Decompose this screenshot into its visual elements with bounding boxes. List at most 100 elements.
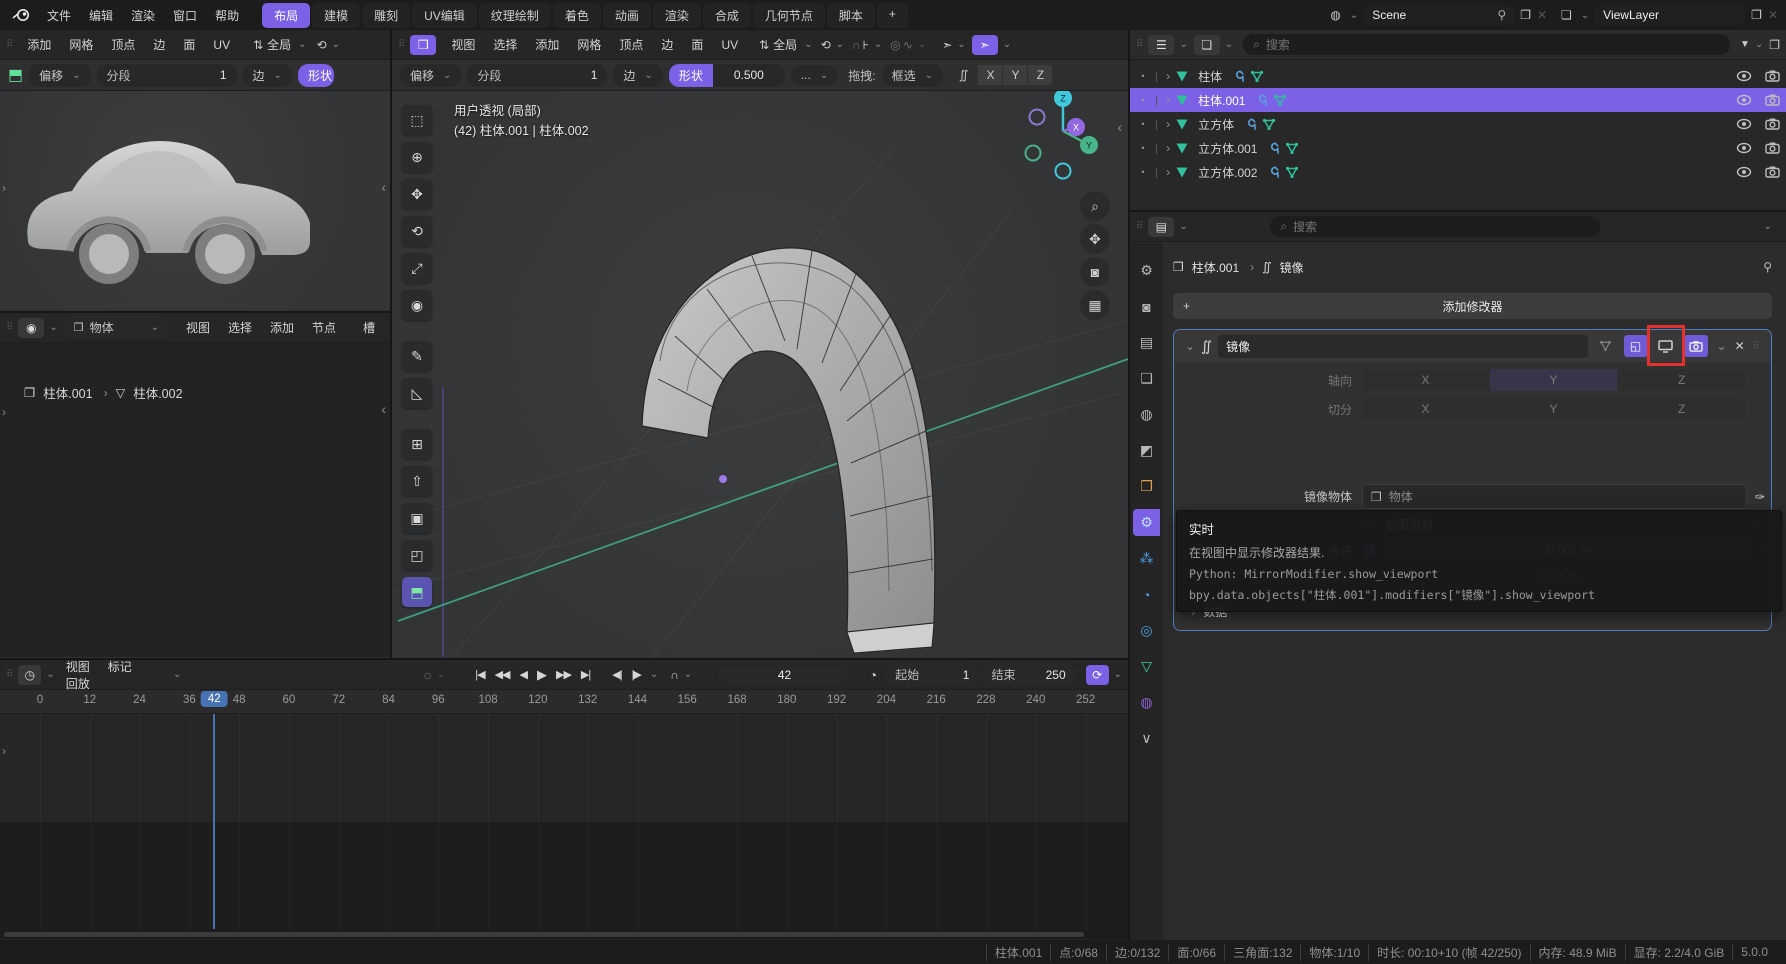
chevron-down-icon[interactable]: ⌄ [1581,10,1589,21]
breadcrumb-modifier[interactable]: 镜像 [1280,259,1304,276]
properties-tab[interactable]: ❏ [1133,365,1160,392]
previous-keyframe-button[interactable]: ◀◀ [491,665,514,684]
workspace-tab[interactable]: 几何节点 [753,3,825,28]
shader-menu-item[interactable]: 视图 [177,317,219,339]
bisect-toggle[interactable]: Y [1490,398,1617,420]
outliner-row[interactable]: • | › 立方体 [1130,112,1786,136]
copy-viewlayer-icon[interactable]: ❐ [1751,8,1762,22]
scene-selector[interactable]: Scene ⚲ [1364,5,1514,25]
properties-tab[interactable]: ◩ [1133,437,1160,464]
modifier-extras-menu-icon[interactable]: ⌄ [1717,339,1727,353]
timeline-editor-type-icon[interactable]: ◷ [18,665,41,685]
breadcrumb-data[interactable]: 柱体.002 [133,383,182,402]
tool-button[interactable]: ✥ [402,179,432,209]
bevel-shape-toggle[interactable]: 形状 [669,64,713,87]
editor-type-3d-viewport-icon[interactable]: ❒ [410,35,436,55]
delete-modifier-icon[interactable]: ✕ [1735,339,1745,353]
hide-in-viewport-eye-icon[interactable] [1736,118,1752,130]
chevron-down-icon[interactable]: ⌄ [173,669,181,680]
shader-menu-item[interactable]: 添加 [261,317,303,339]
jump-to-start-button[interactable]: |◀ [471,665,488,684]
properties-tab[interactable]: ◙ [1133,293,1160,320]
snap-magnet-icon[interactable]: ∩ [852,38,861,52]
chevron-down-icon[interactable]: ⌄ [918,39,926,50]
workspace-tab[interactable]: 纹理绘制 [479,3,551,28]
mesh-data-icon[interactable] [1262,118,1276,131]
timeline-menu-item[interactable]: 标记 [99,660,141,678]
disable-in-render-camera-icon[interactable] [1765,142,1780,154]
chevron-down-icon[interactable]: ⌄ [1755,39,1763,50]
viewport-menu-item[interactable]: 顶点 [102,34,144,56]
bevel-segments-field[interactable]: 分段1 [97,64,237,87]
mirror-axis-toggle[interactable]: Z [1028,65,1052,85]
viewport-menu-item[interactable]: 视图 [442,34,484,56]
toggle-perspective-icon[interactable]: ▦ [1080,290,1110,320]
mesh-data-icon[interactable] [1285,166,1299,179]
properties-tab[interactable]: ⚙ [1133,509,1160,536]
pan-view-icon[interactable]: ✥ [1080,224,1110,254]
eyedropper-icon[interactable]: ✑ [1755,490,1765,504]
expand-row-icon[interactable]: › [1166,93,1170,107]
proportional-edit-icon[interactable]: ◎ [890,38,900,52]
mirror-object-field[interactable]: ❒ 物体 [1362,484,1747,509]
expand-region-icon[interactable]: › [2,744,6,758]
viewport-menu-item[interactable]: 边 [144,34,174,56]
viewport-menu-item[interactable]: 边 [652,34,682,56]
bevel-offset-type-dropdown[interactable]: 偏移⌄ [400,64,461,87]
expand-row-icon[interactable]: › [1166,141,1170,155]
topbar-menu-item[interactable]: 编辑 [80,3,122,28]
hide-in-viewport-eye-icon[interactable] [1736,166,1752,178]
mesh-data-icon[interactable] [1250,70,1264,83]
current-frame-field[interactable]: 42 [718,665,850,685]
tool-button[interactable]: ✎ [402,341,432,371]
chevron-down-icon[interactable]: ⌄ [1764,221,1772,232]
bevel-affect-dropdown[interactable]: 边⌄ [613,64,662,87]
tool-button[interactable]: ◰ [402,540,432,570]
viewport-menu-item[interactable]: 顶点 [610,34,652,56]
play-reverse-button[interactable]: ◀ [516,665,531,684]
properties-tab[interactable]: ⁂ [1133,545,1160,572]
properties-editor-type-icon[interactable]: ▤ [1148,217,1174,237]
properties-tab[interactable]: ◔ [1133,581,1160,608]
outliner-row[interactable]: • | › 立方体.002 [1130,160,1786,184]
frame-start-field[interactable]: 起始1 [885,663,979,686]
keying-set-icon[interactable]: ∩ [670,668,679,682]
modifier-wrench-icon[interactable] [1254,94,1268,107]
tool-button[interactable]: ◉ [402,290,432,320]
timeline-ruler[interactable]: 0122436424860728496108120132144156168180… [0,690,1128,714]
tool-button[interactable]: ◺ [402,378,432,408]
properties-search-input[interactable] [1293,220,1590,234]
playback-sync-toggle[interactable]: ⟳ [1086,665,1109,685]
outliner-row[interactable]: • | › 柱体.001 [1130,88,1786,112]
playhead-frame-tag[interactable]: 42 [201,691,228,707]
jump-to-end-button[interactable]: ▶| [577,665,594,684]
viewlayer-selector[interactable]: ViewLayer [1595,5,1745,25]
camera-view-icon[interactable]: ◙ [1080,257,1110,287]
modifier-wrench-icon[interactable] [1243,118,1257,131]
next-keyframe-button[interactable]: ▶▶ [552,665,575,684]
shader-editor-canvas[interactable]: ❒ 柱体.001 › ▽ 柱体.002 › ‹ [0,343,390,657]
workspace-tab[interactable]: 渲染 [653,3,701,28]
topbar-menu-item[interactable]: 窗口 [164,3,206,28]
disable-in-render-camera-icon[interactable] [1765,94,1780,106]
topbar-menu-item[interactable]: 帮助 [206,3,248,28]
modifier-name-field[interactable]: 镜像 [1218,335,1587,358]
properties-tab[interactable]: ▽ [1133,653,1160,680]
workspace-tab[interactable]: 着色 [553,3,601,28]
show-in-viewport-toggle[interactable] [1654,335,1678,357]
playhead-line[interactable] [213,714,215,929]
outliner-display-mode-icon[interactable]: ❏ [1194,35,1220,55]
viewport-menu-item[interactable]: 面 [682,34,712,56]
tool-extra-options[interactable]: ...⌄ [791,65,838,85]
pin-icon[interactable]: ⚲ [1497,8,1506,22]
properties-tab[interactable]: ◍ [1133,689,1160,716]
tool-button[interactable]: ▣ [402,503,432,533]
properties-tab[interactable]: ▤ [1133,329,1160,356]
outliner-search-input[interactable] [1266,38,1720,52]
axis-toggle[interactable]: Y [1490,369,1617,391]
workspace-tab[interactable]: 脚本 [827,3,875,28]
tool-button[interactable]: ⊕ [402,142,432,172]
drag-handle-icon[interactable]: ⠿ [398,39,404,50]
viewport-menu-item[interactable]: UV [204,34,239,56]
drag-handle-icon[interactable]: ⠿ [6,39,12,50]
